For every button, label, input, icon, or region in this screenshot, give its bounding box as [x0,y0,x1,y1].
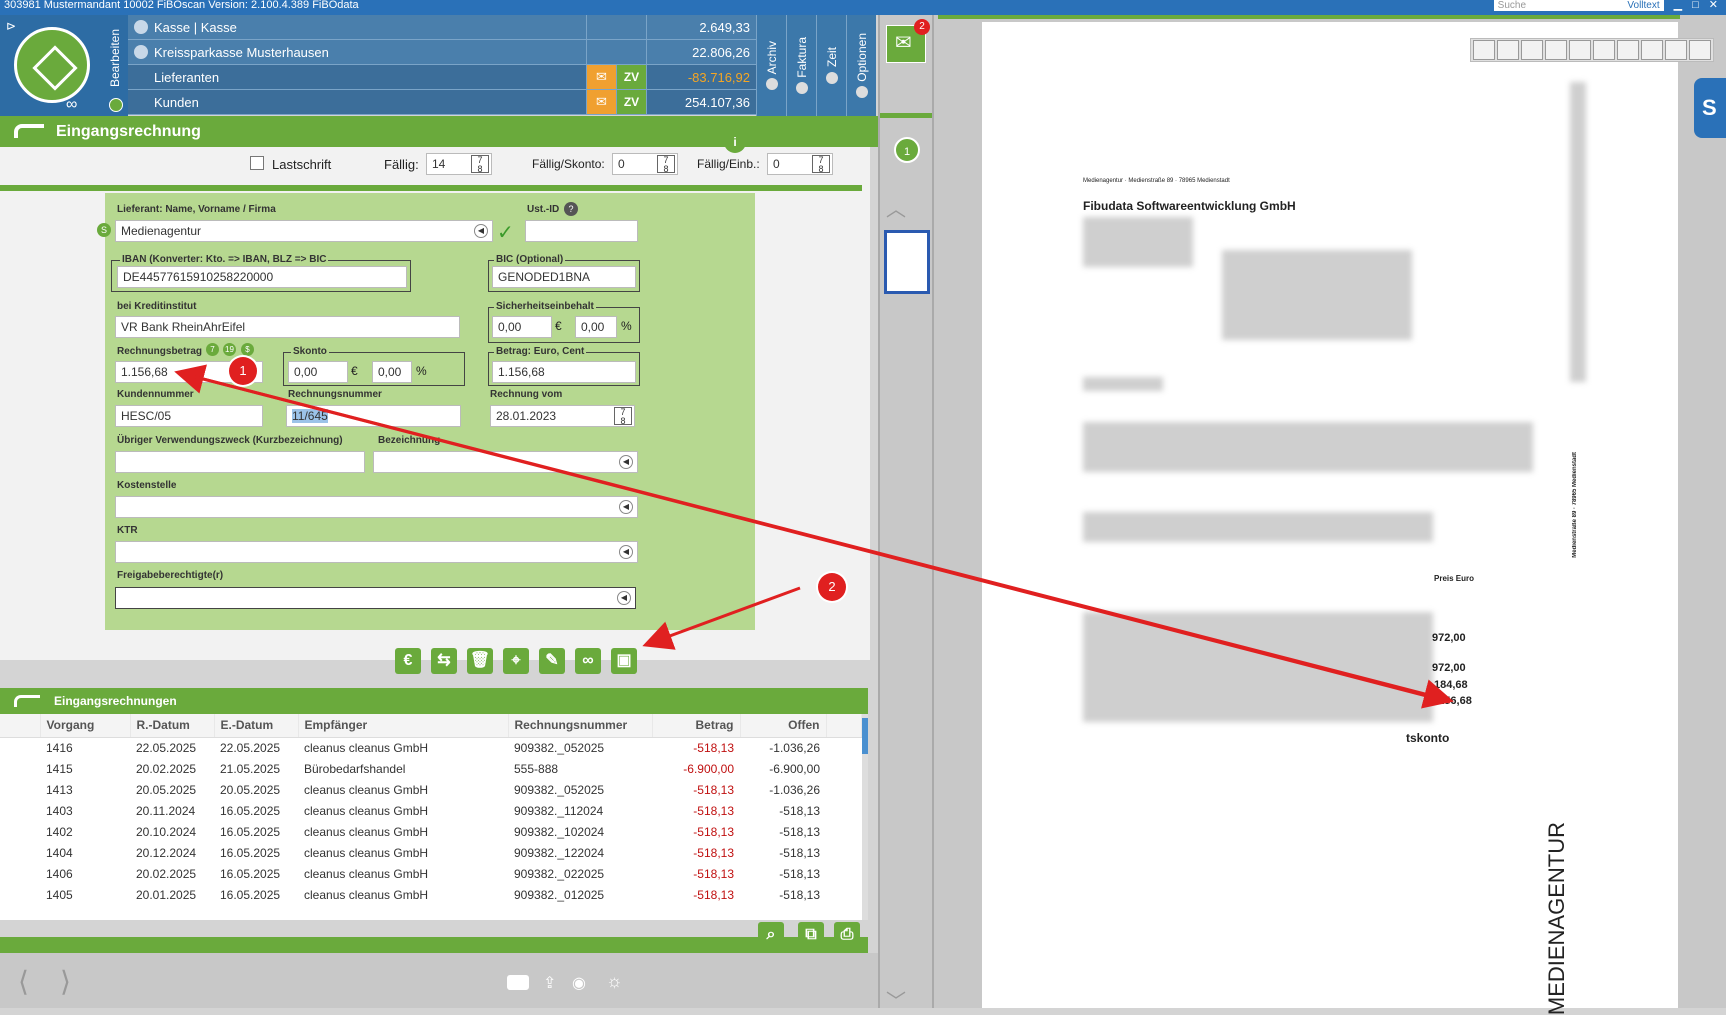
arrow-to-document-total [179,371,1454,709]
arrow-to-save [642,586,801,650]
annotation-arrows [174,364,1454,709]
annotation-badge-1: 1 [229,357,257,385]
annotation-badge-2: 2 [818,573,846,601]
